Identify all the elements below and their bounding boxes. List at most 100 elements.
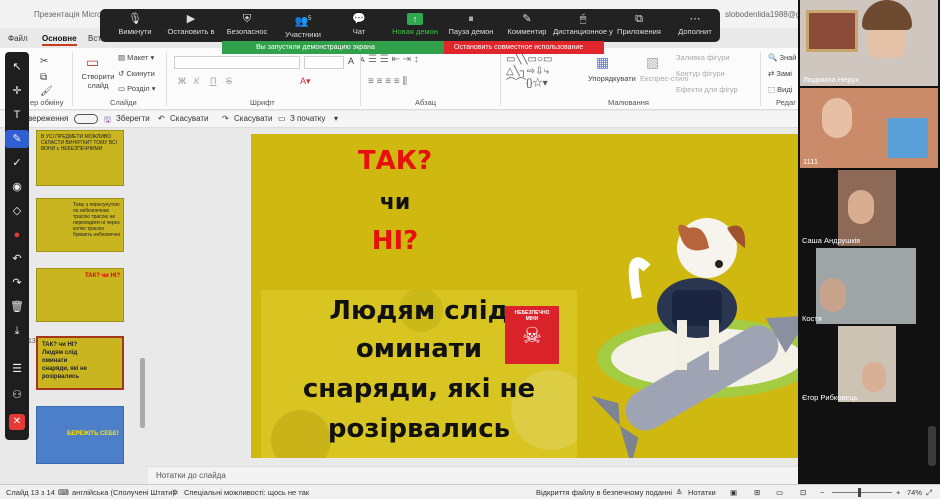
participant-video[interactable]: 1111 (800, 88, 938, 168)
qat-customize-icon[interactable]: ▾ (334, 114, 338, 123)
participant-video[interactable] (816, 248, 916, 324)
share-annotation-icon[interactable]: ⚇ (5, 386, 29, 404)
normal-view-icon[interactable]: ▣ (730, 488, 737, 497)
zoom-slider[interactable] (832, 492, 892, 493)
autosave-toggle[interactable] (74, 114, 98, 124)
slide-thumbnail[interactable]: В УСІ ПРЕДМЕТИ МОЖЛИВО СКЛАСТИ ВИНЯТКИ? … (36, 130, 124, 186)
zoom-level[interactable]: 74% (907, 488, 922, 497)
quick-styles-icon[interactable]: ▧ (646, 54, 659, 71)
color-dot-icon[interactable]: ● (5, 226, 29, 244)
meeting-toolbar-label: Дополнит (678, 27, 712, 36)
ribbon: ✂ ⧉ 🖌 ер обміну ▭ Створити слайд ▤ Макет… (0, 48, 800, 110)
zoom-in-button[interactable]: + (896, 488, 900, 497)
font-size-up-button[interactable]: A (348, 56, 354, 66)
shield-icon: ⛨ (242, 13, 252, 25)
slideshow-icon[interactable]: ▭ (278, 114, 286, 123)
reset-button[interactable]: ↺ Скинути (118, 69, 155, 78)
meeting-toolbar-pause-button[interactable]: ⏸ Пауза демон (440, 12, 502, 40)
section-button[interactable]: ▭ Розділ ▾ (118, 84, 155, 93)
align-icons[interactable]: ≡ ≡ ≡ ≡ ⫼ (368, 76, 407, 87)
zoom-out-button[interactable]: − (820, 488, 824, 497)
tab-file[interactable]: Файл (8, 34, 28, 43)
language-status[interactable]: англійська (Сполучені Штати) (72, 488, 175, 497)
participant-video[interactable] (838, 326, 896, 402)
find-button[interactable]: 🔍 Знай (768, 53, 796, 62)
zoom-slider-thumb[interactable] (858, 488, 861, 497)
check-icon[interactable]: ✓ (5, 154, 29, 172)
replace-button[interactable]: ⇄ Замі (768, 69, 792, 78)
meeting-toolbar-pencil-button[interactable]: ✎ Комментир (496, 12, 558, 40)
redo-icon[interactable]: ↷ (222, 114, 229, 123)
undo-icon[interactable]: ↶ (5, 250, 29, 268)
tab-home[interactable]: Основне (42, 34, 77, 46)
text-icon[interactable]: T (5, 106, 29, 124)
meeting-toolbar-microphone-button[interactable]: 🎙 Вимкнути (104, 12, 166, 40)
eraser-icon[interactable]: ◇ (5, 202, 29, 220)
layout-button[interactable]: ▤ Макет ▾ (118, 53, 154, 62)
arrange-button[interactable]: Упорядкувати (588, 74, 636, 83)
pen-icon[interactable]: ✎ (5, 130, 29, 148)
meeting-toolbar-participants-button[interactable]: 👥5 Участники (272, 12, 334, 40)
bullets-icon[interactable]: ☰ ☰ ⇤ ⇥ ↕ (368, 54, 419, 65)
font-name-field[interactable] (174, 56, 300, 69)
notes-toggle-button[interactable]: Нотатки (688, 488, 716, 497)
bold-button[interactable]: Ж (178, 76, 186, 86)
slide-sorter-icon[interactable]: ⊞ (754, 488, 760, 497)
meeting-toolbar-video-camera-button[interactable]: ▶ Остановить в (160, 12, 222, 40)
trash-icon[interactable]: 🗑 (5, 298, 29, 316)
close-icon[interactable]: ✕ (9, 414, 25, 430)
meeting-toolbar-chat-button[interactable]: 💬 Чат (328, 12, 390, 40)
save-icon[interactable]: 🖫 (104, 114, 111, 128)
undo-icon[interactable]: ↶ (158, 114, 165, 123)
stop-share-button[interactable]: Остановить совместное использование (444, 41, 604, 54)
arrange-icon[interactable]: ▦ (596, 54, 609, 71)
italic-button[interactable]: К (194, 76, 199, 86)
meeting-toolbar-remote-control-button[interactable]: 🖱 Дистанционное у (552, 12, 614, 40)
slide-thumbnail[interactable]: БЕРЕЖІТЬ СЕБЕ! (36, 406, 124, 464)
new-slide-icon[interactable]: ▭ (86, 54, 99, 71)
pointer-icon[interactable]: ↖ (5, 58, 29, 76)
font-group-label: Шрифт (250, 98, 275, 107)
participant-video[interactable] (838, 170, 896, 246)
shape-effects-button[interactable]: Ефекти для фігур (676, 85, 738, 94)
accessibility-status[interactable]: Спеціальні можливості: щось не так (184, 488, 309, 497)
spotlight-icon[interactable]: ◉ (5, 178, 29, 196)
new-slide-button[interactable]: Створити слайд (80, 72, 116, 90)
video-panel-scrollbar[interactable] (928, 426, 936, 466)
drawing-group-label: Малювання (608, 98, 649, 107)
select-button[interactable]: ⬚ Виді (768, 85, 792, 94)
move-icon[interactable]: ✛ (5, 82, 29, 100)
thumbnail-scrollbar[interactable] (140, 358, 145, 428)
proofing-icon[interactable]: ⌨ (58, 488, 69, 497)
slide-thumbnail[interactable]: ТАК? чи НІ? (36, 268, 124, 322)
format-painter-icon[interactable]: 🖌 (40, 86, 53, 97)
meeting-toolbar-share-screen-button[interactable]: ↑ Новая демон (384, 12, 446, 40)
from-start-button[interactable]: З початку (290, 114, 325, 123)
meeting-toolbar-shield-button[interactable]: ⛨ Безопаснос (216, 12, 278, 40)
cut-icon[interactable]: ✂ (40, 56, 48, 67)
shape-outline-button[interactable]: Контур фігури (676, 69, 725, 78)
download-icon[interactable]: ⤓ (5, 322, 29, 340)
shapes-gallery-icon[interactable]: ▭╲╲▭○▭ △╲┐⇨⇩⤷ ⌒⌒{}☆▾ (506, 54, 552, 90)
slide-thumbnail-selected[interactable]: ТАК? чи НІ? Людям слід оминати снаряди, … (36, 336, 124, 390)
presenter-view-icon[interactable]: ⊡ (800, 488, 806, 497)
redo-button[interactable]: Скасувати (234, 114, 272, 123)
meeting-toolbar-more-button[interactable]: ⋯ Дополнит (664, 12, 726, 40)
fit-slide-icon[interactable]: ⤢ (926, 488, 932, 498)
redo-icon[interactable]: ↷ (5, 274, 29, 292)
save-button[interactable]: Зберегти (116, 114, 150, 123)
notes-pane[interactable]: Нотатки до слайда (148, 466, 800, 484)
reading-view-icon[interactable]: ▭ (776, 488, 783, 497)
meeting-toolbar-apps-button[interactable]: ⧉ Приложения (608, 12, 670, 40)
underline-button[interactable]: П (210, 76, 216, 86)
slide-thumbnail[interactable]: Тому з пересунутою по небезпечних трасою… (36, 198, 124, 252)
strikethrough-button[interactable]: S (226, 76, 232, 86)
participant-video[interactable]: Людмила Нерух (800, 0, 938, 86)
menu-icon[interactable]: ☰ (5, 360, 29, 378)
copy-icon[interactable]: ⧉ (40, 72, 47, 83)
font-color-icon[interactable]: A▾ (300, 76, 311, 87)
shape-fill-button[interactable]: Заливка фігури (676, 53, 730, 62)
font-size-field[interactable] (304, 56, 344, 69)
undo-button[interactable]: Скасувати (170, 114, 208, 123)
slide-canvas[interactable]: ТАК? чи НІ? Людям слід оминати снаряди, … (251, 134, 827, 458)
